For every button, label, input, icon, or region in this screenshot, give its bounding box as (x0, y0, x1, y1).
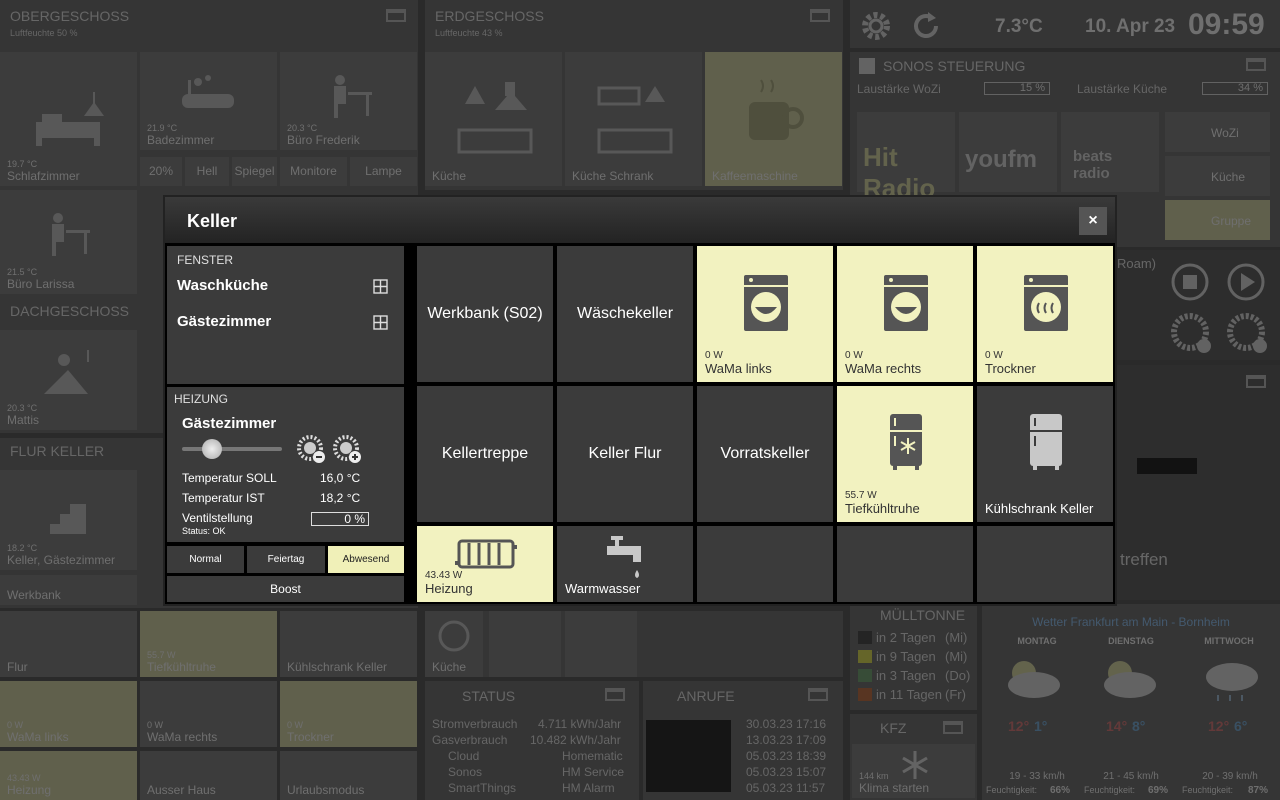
ventil-label: Ventilstellung (182, 511, 253, 525)
fenster-header: FENSTER (177, 253, 234, 267)
tile-label: Wäschekeller (576, 305, 674, 322)
mode-abwesend-button[interactable]: Abwesend (328, 546, 404, 573)
temperature-slider-thumb[interactable] (202, 439, 222, 459)
temp-ist-value: 18,2 °C (320, 491, 361, 505)
tile-label: Kellertreppe (441, 445, 529, 462)
tile-empty (697, 526, 833, 602)
tile-label: Vorratskeller (720, 445, 810, 462)
tile-power: 0 W (705, 350, 723, 361)
tile-label: Heizung (425, 581, 473, 596)
tile-label: Warmwasser (565, 581, 641, 596)
tile-power: 0 W (985, 350, 1003, 361)
temperature-down-icon[interactable] (297, 435, 327, 465)
modal-titlebar: Keller × (165, 197, 1115, 243)
modal-title: Keller (187, 211, 238, 231)
washing-machine-icon (744, 275, 788, 336)
ventil-value: 0 % (311, 512, 369, 526)
heizung-header: HEIZUNG (174, 392, 228, 406)
tile-kellertreppe[interactable]: Kellertreppe (417, 386, 553, 522)
fenster-section: FENSTER Waschküche Gästezimmer (167, 246, 404, 384)
tile-power: 43.43 W (425, 570, 463, 581)
tile-label: Werkbank (S02) (427, 305, 543, 322)
window-gaestezimmer-label: Gästezimmer (177, 313, 272, 330)
window-closed-icon (373, 315, 388, 330)
temp-soll-label: Temperatur SOLL (182, 471, 277, 485)
temp-ist-label: Temperatur IST (182, 491, 265, 505)
keller-modal: Keller × FENSTER Waschküche Gästezimmer … (163, 195, 1117, 606)
tile-label: Trockner (985, 361, 1036, 376)
tile-label: Tiefkühltruhe (845, 501, 920, 516)
mode-feiertag-button[interactable]: Feiertag (247, 546, 325, 573)
mode-normal-button[interactable]: Normal (167, 546, 244, 573)
window-closed-icon (373, 279, 388, 294)
tile-wama-links[interactable]: 0 W WaMa links (697, 246, 833, 382)
temperature-up-icon[interactable] (333, 435, 363, 465)
mode-buttons: Normal Feiertag Abwesend (167, 546, 404, 573)
tile-keller-flur[interactable]: Keller Flur (557, 386, 693, 522)
tile-werkbank-s02[interactable]: Werkbank (S02) (417, 246, 553, 382)
fridge-icon (1030, 414, 1062, 475)
tile-trockner[interactable]: 0 W Trockner (977, 246, 1113, 382)
heizung-section: HEIZUNG Gästezimmer Temperatur SOLL 16,0… (167, 387, 404, 542)
tile-warmwasser[interactable]: Warmwasser (557, 526, 693, 602)
freezer-icon (890, 414, 922, 475)
dryer-icon (1024, 275, 1068, 336)
tile-kuehlschrank-keller[interactable]: Kühlschrank Keller (977, 386, 1113, 522)
window-waschkueche-label: Waschküche (177, 277, 269, 294)
tile-label: Keller Flur (588, 445, 662, 462)
heizung-room: Gästezimmer (182, 415, 277, 432)
tile-power: 55.7 W (845, 490, 877, 501)
tile-label: WaMa rechts (845, 361, 922, 376)
tile-empty (837, 526, 973, 602)
temp-soll-value: 16,0 °C (320, 471, 361, 485)
tile-power: 0 W (845, 350, 863, 361)
tile-label: WaMa links (705, 361, 772, 376)
close-button[interactable]: × (1079, 207, 1107, 235)
tile-wama-rechts[interactable]: 0 W WaMa rechts (837, 246, 973, 382)
boost-button[interactable]: Boost (167, 576, 404, 602)
tile-heizung[interactable]: 43.43 W Heizung (417, 526, 553, 602)
tile-label: Kühlschrank Keller (985, 501, 1094, 516)
radiator-icon (455, 539, 517, 576)
tile-vorratskeller[interactable]: Vorratskeller (697, 386, 833, 522)
ventil-status: Status: OK (182, 526, 226, 536)
tile-waeschekeller[interactable]: Wäschekeller (557, 246, 693, 382)
tile-tiefkuehltruhe[interactable]: 55.7 W Tiefkühltruhe (837, 386, 973, 522)
washing-machine-icon (884, 275, 928, 336)
tile-empty (977, 526, 1113, 602)
temperature-slider-track[interactable] (182, 447, 282, 451)
